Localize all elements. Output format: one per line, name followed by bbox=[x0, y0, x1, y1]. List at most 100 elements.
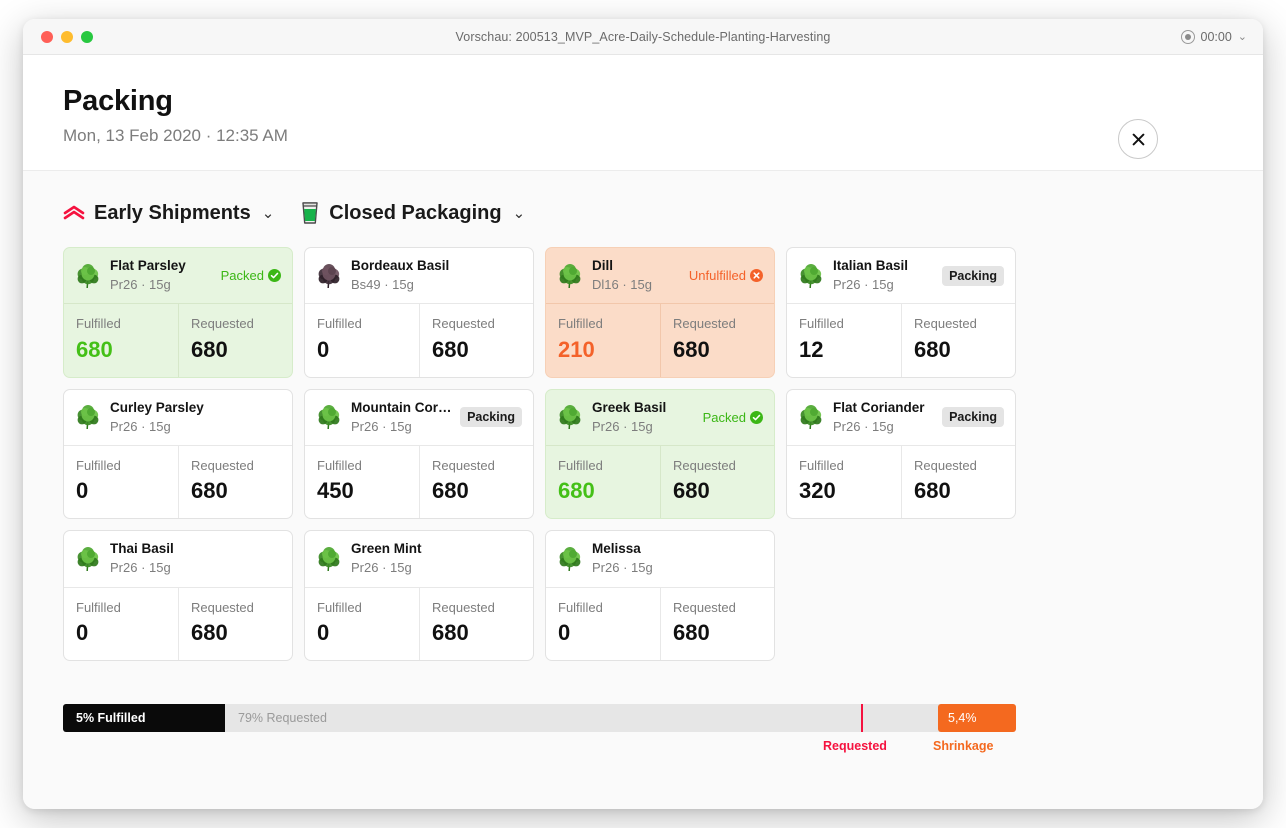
requested-label: Requested bbox=[673, 599, 736, 615]
fulfilled-label: Fulfilled bbox=[558, 599, 603, 615]
filter-closed-packaging-label: Closed Packaging bbox=[329, 201, 502, 224]
herb-name: Green Mint bbox=[351, 541, 422, 557]
progress-axis-labels: Requested Shrinkage bbox=[63, 739, 1223, 761]
maximize-window-icon[interactable] bbox=[81, 31, 93, 43]
herb-icon bbox=[75, 546, 101, 572]
traffic-light-buttons[interactable] bbox=[41, 19, 93, 55]
requested-stat: Requested 680 bbox=[660, 445, 774, 519]
fulfilled-stat: Fulfilled 0 bbox=[64, 446, 178, 519]
card-title-block: Bordeaux Basil Bs49 · 15g bbox=[351, 258, 522, 293]
packing-card[interactable]: Greek Basil Pr26 · 15g Packed Fulfilled 680 R… bbox=[545, 388, 775, 520]
packing-card[interactable]: Green Mint Pr26 · 15g Fulfilled 0 Requested 6… bbox=[304, 530, 534, 662]
progress-requested-label: 79% Requested bbox=[238, 711, 327, 725]
card-stats: Fulfilled 0 Requested 680 bbox=[546, 587, 774, 661]
fulfilled-stat: Fulfilled 680 bbox=[546, 446, 660, 519]
close-button[interactable] bbox=[1118, 119, 1158, 159]
recording-timer[interactable]: 00:00 ⌄ bbox=[1180, 19, 1247, 55]
fulfilled-stat: Fulfilled 0 bbox=[546, 588, 660, 661]
requested-stat: Requested 680 bbox=[419, 587, 533, 661]
packing-card[interactable]: Thai Basil Pr26 · 15g Fulfilled 0 Requested 6… bbox=[63, 530, 293, 662]
record-icon[interactable] bbox=[1180, 30, 1195, 44]
fulfilled-value: 680 bbox=[76, 336, 113, 362]
progress-bar[interactable]: 5% Fulfilled 79% Requested 5,4% bbox=[63, 704, 1016, 732]
card-stats: Fulfilled 450 Requested 680 bbox=[305, 445, 533, 519]
fulfilled-stat: Fulfilled 12 bbox=[787, 304, 901, 377]
chevron-down-icon[interactable]: ⌄ bbox=[513, 204, 526, 222]
requested-label: Requested bbox=[432, 457, 495, 473]
requested-label: Requested bbox=[914, 316, 977, 332]
packing-card-grid: Flat Parsley Pr26 · 15g Packed Fulfilled 680… bbox=[63, 247, 1223, 662]
herb-meta: Pr26 · 15g bbox=[110, 418, 171, 434]
axis-label-shrinkage: Shrinkage bbox=[933, 739, 994, 753]
status-badge-label: Packed bbox=[702, 409, 746, 425]
requested-value: 680 bbox=[432, 336, 469, 362]
requested-label: Requested bbox=[432, 599, 495, 615]
x-circle-icon bbox=[750, 269, 763, 283]
card-title-block: Thai Basil Pr26 · 15g bbox=[110, 541, 281, 576]
packing-card[interactable]: Curley Parsley Pr26 · 15g Fulfilled 0 Reques… bbox=[63, 388, 293, 520]
requested-stat: Requested 680 bbox=[419, 445, 533, 519]
minimize-window-icon[interactable] bbox=[61, 31, 73, 43]
fulfilled-label: Fulfilled bbox=[76, 316, 121, 332]
status-badge-label: Packed bbox=[220, 268, 264, 284]
progress-segment-requested: 79% Requested bbox=[225, 704, 1016, 732]
requested-stat: Requested 680 bbox=[901, 304, 1015, 377]
card-header: Green Mint Pr26 · 15g bbox=[305, 531, 533, 588]
packing-card[interactable]: Mountain Cori… Pr26 · 15g Packing Fulfilled… bbox=[304, 388, 534, 520]
status-badge: Packing bbox=[942, 407, 1004, 428]
chevron-down-icon[interactable]: ⌄ bbox=[1238, 31, 1247, 43]
requested-stat: Requested 680 bbox=[660, 304, 774, 377]
status-badge: Packing bbox=[942, 265, 1004, 286]
packing-card[interactable]: Italian Basil Pr26 · 15g Packing Fulfilled 1… bbox=[786, 247, 1016, 378]
progress-segment-fulfilled: 5% Fulfilled bbox=[63, 704, 225, 732]
filter-early-shipments[interactable]: Early Shipments ⌄ bbox=[63, 202, 274, 225]
card-stats: Fulfilled 0 Requested 680 bbox=[64, 445, 292, 519]
packing-card[interactable]: Flat Coriander Pr26 · 15g Packing Fulfilled… bbox=[786, 388, 1016, 520]
card-stats: Fulfilled 320 Requested 680 bbox=[787, 445, 1015, 519]
fulfilled-stat: Fulfilled 210 bbox=[546, 304, 660, 377]
herb-meta: Pr26 · 15g bbox=[110, 560, 171, 576]
packing-card[interactable]: Melissa Pr26 · 15g Fulfilled 0 Requested 680 bbox=[545, 530, 775, 662]
card-stats: Fulfilled 0 Requested 680 bbox=[305, 587, 533, 661]
card-header: Bordeaux Basil Bs49 · 15g bbox=[305, 248, 533, 305]
status-badge-label: Unfulfilled bbox=[688, 268, 746, 284]
requested-value: 680 bbox=[914, 336, 951, 362]
requested-label: Requested bbox=[432, 316, 495, 332]
packing-card[interactable]: Bordeaux Basil Bs49 · 15g Fulfilled 0 Reques… bbox=[304, 247, 534, 378]
fulfilled-value: 0 bbox=[76, 478, 89, 504]
status-badge: Packing bbox=[460, 407, 522, 428]
card-header: Thai Basil Pr26 · 15g bbox=[64, 531, 292, 588]
filter-closed-packaging[interactable]: Closed Packaging ⌄ bbox=[300, 201, 525, 225]
timer-value: 00:00 bbox=[1200, 30, 1232, 44]
herb-icon bbox=[557, 404, 583, 430]
closed-packaging-icon bbox=[302, 202, 318, 224]
herb-meta: Dl16 · 15g bbox=[592, 276, 652, 292]
filter-early-shipments-label: Early Shipments bbox=[94, 201, 251, 224]
chevron-down-icon[interactable]: ⌄ bbox=[262, 204, 275, 222]
fulfilled-label: Fulfilled bbox=[317, 316, 362, 332]
packing-card[interactable]: Flat Parsley Pr26 · 15g Packed Fulfilled 680… bbox=[63, 247, 293, 378]
fulfilled-stat: Fulfilled 0 bbox=[305, 304, 419, 377]
herb-name: Mountain Cori… bbox=[351, 399, 455, 415]
herb-icon bbox=[316, 404, 342, 430]
early-shipments-icon bbox=[63, 205, 85, 220]
herb-icon bbox=[557, 546, 583, 572]
card-stats: Fulfilled 0 Requested 680 bbox=[64, 587, 292, 661]
herb-icon bbox=[316, 546, 342, 572]
herb-icon bbox=[798, 404, 824, 430]
card-header: Mountain Cori… Pr26 · 15g Packing bbox=[305, 390, 533, 446]
fulfilled-stat: Fulfilled 0 bbox=[305, 588, 419, 661]
card-stats: Fulfilled 680 Requested 680 bbox=[546, 445, 774, 519]
requested-value: 680 bbox=[673, 336, 710, 362]
status-badge: Packed bbox=[221, 268, 281, 283]
close-window-icon[interactable] bbox=[41, 31, 53, 43]
packing-card[interactable]: Dill Dl16 · 15g Unfulfilled Fulfilled 210 Req… bbox=[545, 247, 775, 378]
herb-name: Greek Basil bbox=[592, 399, 667, 415]
filter-row: Early Shipments ⌄ Closed Packaging ⌄ bbox=[63, 201, 1223, 225]
card-header: Italian Basil Pr26 · 15g Packing bbox=[787, 248, 1015, 305]
requested-value: 680 bbox=[191, 478, 228, 504]
card-header: Flat Parsley Pr26 · 15g Packed bbox=[64, 248, 292, 305]
card-title-block: Greek Basil Pr26 · 15g bbox=[592, 400, 697, 435]
fulfilled-label: Fulfilled bbox=[799, 457, 844, 473]
window-titlebar: Vorschau: 200513_MVP_Acre-Daily-Schedule… bbox=[23, 19, 1263, 55]
